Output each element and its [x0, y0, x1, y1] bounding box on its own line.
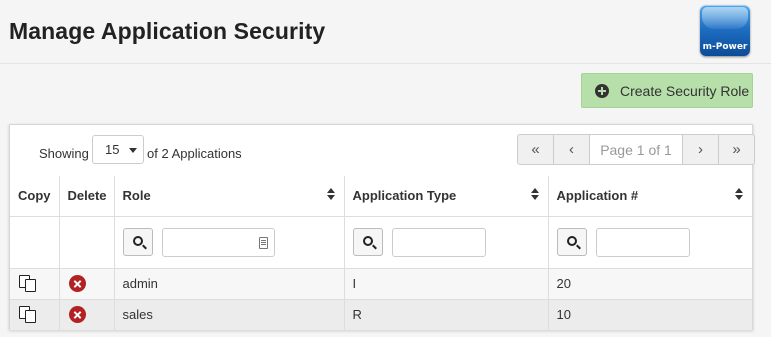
chevron-left-icon: ‹ [569, 141, 574, 158]
column-header-application-type[interactable]: Application Type [343, 176, 549, 217]
delete-cell [58, 298, 115, 331]
column-header-delete: Delete [58, 176, 115, 217]
filter-cell-role [113, 215, 345, 269]
delete-cell [58, 267, 115, 300]
create-security-role-label: Create Security Role [620, 82, 750, 99]
table-toolbar: Showing 15 of 2 Applications « ‹ Page 1 … [10, 125, 755, 176]
column-header-application-number-label: Application # [556, 188, 639, 204]
application-number-search-button[interactable] [556, 228, 587, 256]
page-info[interactable]: Page 1 of 1 [589, 134, 683, 165]
application-type-search-button[interactable] [352, 228, 383, 256]
first-page-button[interactable]: « [517, 134, 554, 165]
filter-row [10, 215, 752, 269]
page-size-select[interactable]: 15 [92, 135, 144, 164]
column-header-role[interactable]: Role [113, 176, 345, 217]
page-title: Manage Application Security [9, 18, 326, 44]
create-security-role-button[interactable]: Create Security Role [581, 73, 753, 108]
filter-cell-delete [58, 215, 115, 269]
double-chevron-right-icon: » [732, 141, 741, 158]
page-size-value: 15 [105, 142, 120, 157]
table-header-row: Copy Delete Role Application Type Applic… [10, 176, 752, 217]
sort-icon[interactable] [735, 188, 743, 202]
delete-icon[interactable] [68, 275, 86, 293]
sort-icon[interactable] [530, 188, 539, 202]
filter-cell-application-type [343, 215, 549, 269]
logo-text: m-Power [702, 42, 748, 52]
mpower-logo: m-Power [700, 5, 750, 56]
role-cell[interactable]: sales [113, 298, 345, 331]
application-type-cell: I [343, 267, 549, 300]
next-page-button[interactable]: › [682, 134, 719, 165]
application-count-label: of 2 Applications [147, 146, 242, 161]
security-roles-table: Copy Delete Role Application Type Applic… [10, 176, 752, 331]
prev-page-button[interactable]: ‹ [553, 134, 590, 165]
caret-down-icon [129, 148, 137, 153]
column-header-copy: Copy [10, 176, 60, 217]
role-filter-input[interactable] [161, 227, 275, 257]
application-number-cell: 10 [547, 298, 752, 331]
role-search-button[interactable] [122, 228, 153, 256]
chevron-right-icon: › [698, 141, 703, 158]
application-number-filter-input[interactable] [595, 227, 690, 257]
double-chevron-left-icon: « [531, 141, 540, 158]
last-page-button[interactable]: » [718, 134, 755, 165]
application-type-filter-input[interactable] [391, 227, 486, 257]
table-row: admin I 20 [10, 267, 752, 300]
application-type-cell: R [343, 298, 549, 331]
filter-cell-application-number [547, 215, 752, 269]
table-row: sales R 10 [10, 298, 752, 331]
search-icon [566, 236, 577, 246]
showing-label: Showing [39, 146, 89, 161]
copy-icon[interactable] [18, 305, 38, 324]
column-header-application-number[interactable]: Application # [547, 176, 752, 217]
plus-circle-icon [595, 83, 609, 98]
search-icon [132, 236, 143, 246]
copy-cell [10, 267, 60, 300]
logo-gloss [702, 7, 748, 29]
copy-cell [10, 298, 60, 331]
role-cell[interactable]: admin [113, 267, 345, 300]
filter-cell-copy [10, 215, 60, 269]
application-number-cell: 20 [547, 267, 752, 300]
column-header-application-type-label: Application Type [352, 188, 457, 204]
copy-icon[interactable] [18, 274, 38, 293]
column-header-role-label: Role [122, 188, 151, 204]
pagination: « ‹ Page 1 of 1 › » [517, 134, 755, 165]
applications-panel: Showing 15 of 2 Applications « ‹ Page 1 … [9, 124, 755, 331]
header-divider [0, 63, 771, 64]
delete-icon[interactable] [68, 306, 86, 324]
search-icon [362, 236, 373, 246]
list-icon[interactable] [258, 236, 268, 249]
sort-icon[interactable] [326, 188, 335, 202]
